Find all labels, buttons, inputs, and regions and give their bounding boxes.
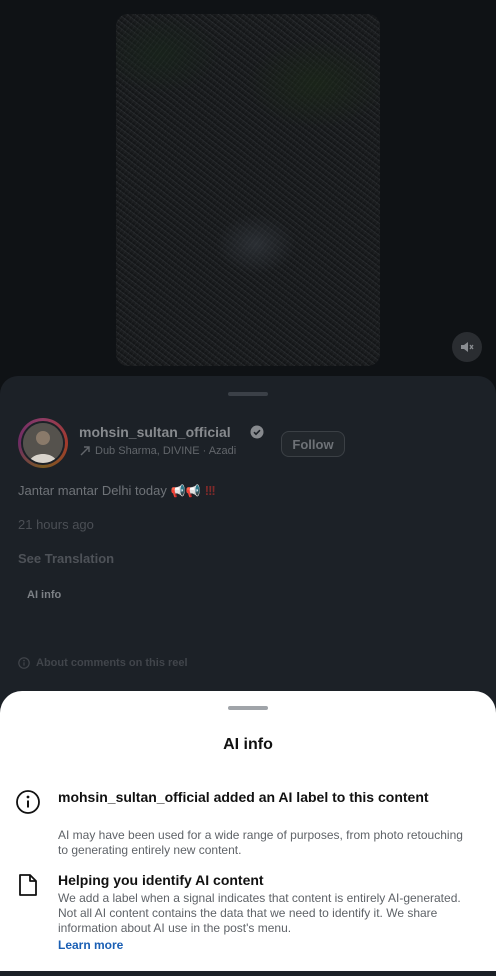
sheet-drag-handle[interactable] [228, 392, 268, 396]
ai-sheet-drag-handle[interactable] [228, 706, 268, 710]
post-timestamp: 21 hours ago [18, 517, 94, 532]
reel-video-thumbnail[interactable] [116, 14, 380, 366]
learn-more-link[interactable]: Learn more [58, 938, 123, 952]
verified-badge-icon [250, 425, 264, 439]
profile-photo [23, 423, 63, 463]
document-icon [19, 874, 37, 896]
caption-emoji: 📢📢 [170, 483, 201, 498]
trending-arrow-icon [80, 446, 90, 456]
caption-marks: !!! [204, 483, 216, 498]
ai-label-notice-title: mohsin_sultan_official added an AI label… [58, 788, 458, 806]
mute-button[interactable] [452, 332, 482, 362]
avatar[interactable] [18, 418, 68, 468]
audio-label: Dub Sharma, DIVINE · Azadi [95, 445, 237, 457]
ai-sheet-title: AI info [223, 736, 273, 753]
avatar-inner [21, 421, 65, 465]
speaker-mute-icon [461, 342, 474, 352]
about-comments-label: About comments on this reel [36, 657, 188, 669]
post-caption: Jantar mantar Delhi today 📢📢 !!! [18, 483, 216, 498]
ai-notice-text: added an AI label to this content [209, 789, 429, 805]
reel-video-area[interactable] [0, 0, 496, 380]
identify-ai-description: We add a label when a signal indicates t… [58, 891, 461, 935]
caption-text: Jantar mantar Delhi today [18, 483, 167, 498]
ai-info-sheet: AI info mohsin_sultan_official added an … [0, 691, 496, 971]
about-comments-link[interactable]: About comments on this reel [18, 657, 188, 669]
identify-ai-title: Helping you identify AI content [58, 872, 264, 888]
ai-notice-username[interactable]: mohsin_sultan_official [58, 789, 210, 805]
info-circle-icon [18, 657, 30, 669]
info-circle-icon [16, 790, 40, 814]
ai-label-notice-description: AI may have been used for a wide range o… [58, 828, 463, 857]
ai-info-label[interactable]: AI info [27, 589, 61, 601]
see-translation-link[interactable]: See Translation [18, 551, 114, 566]
follow-button[interactable]: Follow [281, 431, 345, 457]
post-username[interactable]: mohsin_sultan_official [79, 424, 231, 440]
audio-attribution[interactable]: Dub Sharma, DIVINE · Azadi [79, 445, 236, 457]
